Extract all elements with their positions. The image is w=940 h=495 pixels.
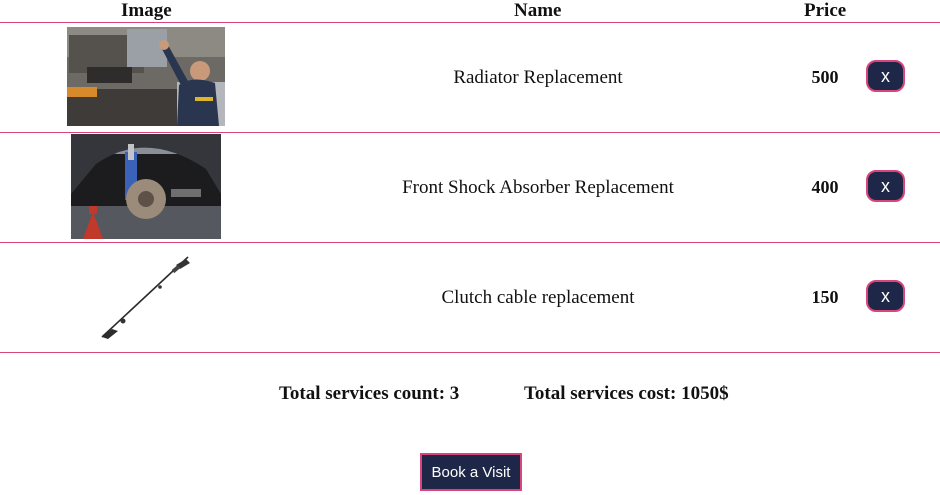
total-services-count: Total services count: 3: [279, 383, 460, 404]
service-price: 400: [811, 177, 839, 197]
remove-service-button[interactable]: x: [866, 280, 905, 312]
service-row-radiator: Radiator Replacement 500 x: [0, 23, 940, 133]
service-name: Radiator Replacement: [453, 66, 623, 88]
total-services-cost: Total services cost: 1050$: [524, 383, 729, 404]
radiator-replacement-image: [67, 27, 225, 126]
table-header: Image Name Price: [0, 0, 940, 23]
service-price: 500: [811, 67, 839, 87]
header-price: Price: [804, 0, 847, 21]
remove-service-button[interactable]: x: [866, 170, 905, 202]
clutch-cable-image: [90, 253, 200, 343]
book-visit-button[interactable]: Book a Visit: [420, 453, 522, 491]
remove-service-button[interactable]: x: [866, 60, 905, 92]
header-name: Name: [514, 0, 562, 21]
shock-absorber-image: [71, 134, 221, 239]
service-row-shock-absorber: Front Shock Absorber Replacement 400 x: [0, 133, 940, 243]
service-row-clutch-cable: Clutch cable replacement 150 x: [0, 243, 940, 353]
header-image: Image: [121, 0, 172, 21]
service-price: 150: [811, 287, 839, 307]
service-name: Front Shock Absorber Replacement: [402, 176, 674, 198]
service-name: Clutch cable replacement: [441, 286, 635, 308]
